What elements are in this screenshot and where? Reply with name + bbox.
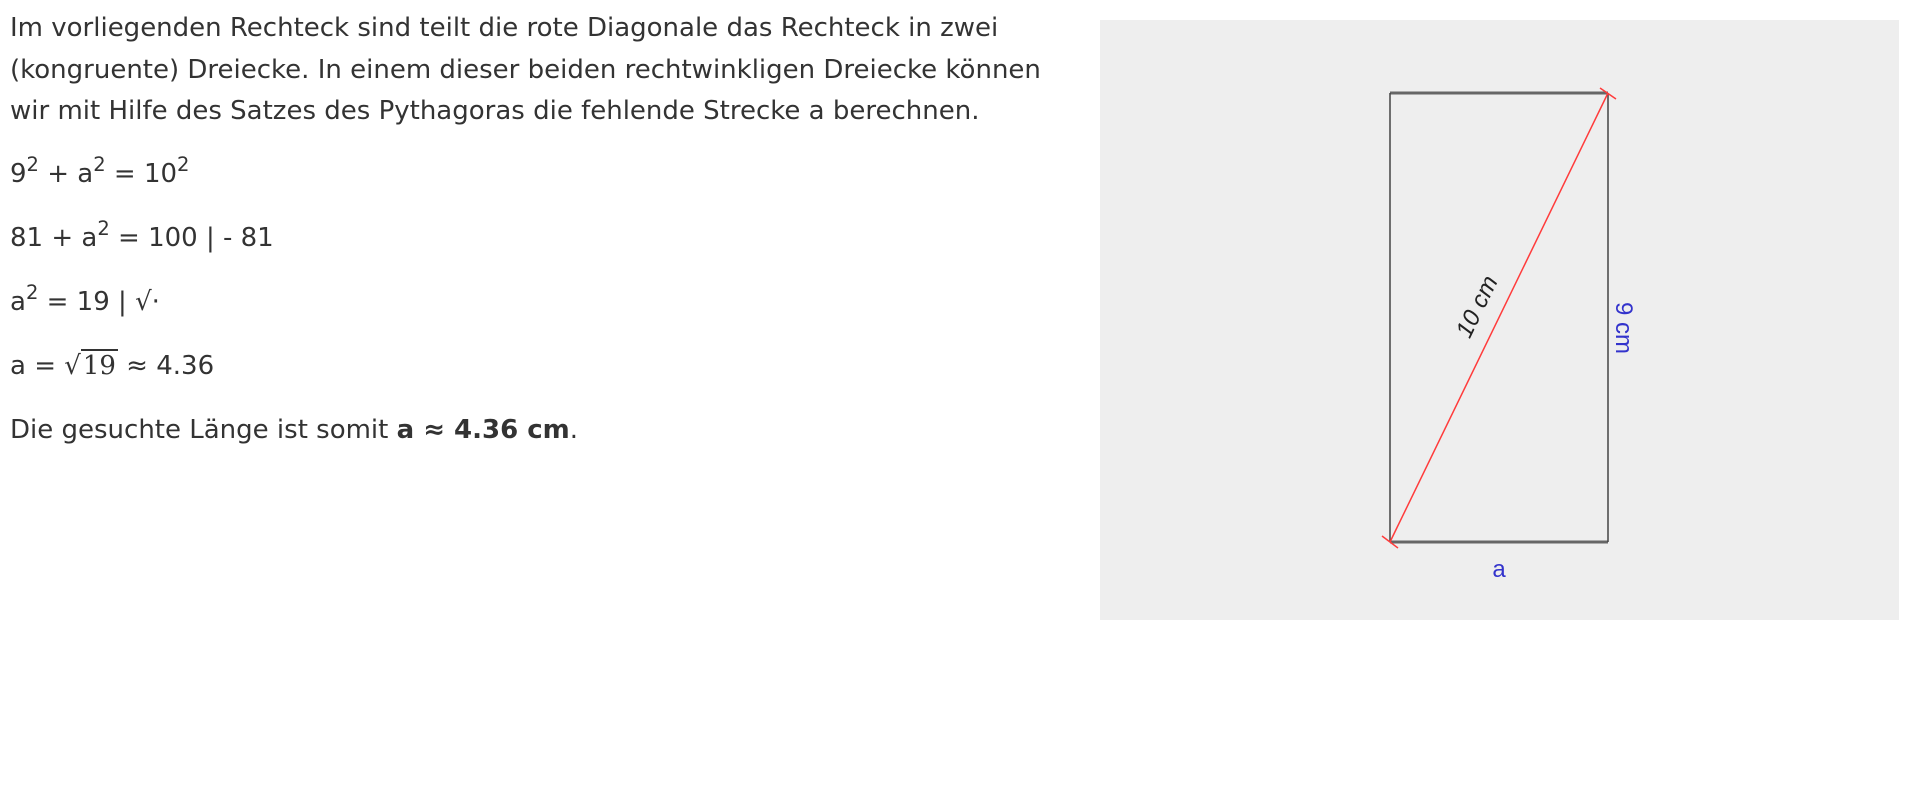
diagram-svg: 10 cm 9 cm a bbox=[1381, 87, 1637, 583]
conclusion: Die gesuchte Länge ist somit a ≈ 4.36 cm… bbox=[10, 414, 579, 445]
explanation-paragraph: Im vorliegenden Rechteck sind teilt die … bbox=[10, 13, 1041, 126]
rectangle-diagram: 10 cm 9 cm a bbox=[1100, 20, 1899, 620]
equation-4: a = √19 ≈ 4.36 bbox=[10, 346, 1070, 388]
equation-1: 92 + a2 = 102 bbox=[10, 152, 190, 189]
diagonal-line bbox=[1389, 92, 1609, 543]
equation-2: 81 + a2 = 100 | - 81 bbox=[10, 216, 274, 253]
equation-3: a2 = 19 | √· bbox=[10, 282, 1070, 324]
sqrt-19: √19 bbox=[64, 348, 118, 381]
side-label: 9 cm bbox=[1610, 302, 1637, 354]
result: a ≈ 4.36 cm bbox=[396, 414, 570, 445]
solution-text: Im vorliegenden Rechteck sind teilt die … bbox=[10, 8, 1070, 472]
base-label: a bbox=[1492, 556, 1506, 583]
diagonal-label: 10 cm bbox=[1451, 271, 1504, 342]
sqrt-symbol: √· bbox=[135, 286, 160, 317]
